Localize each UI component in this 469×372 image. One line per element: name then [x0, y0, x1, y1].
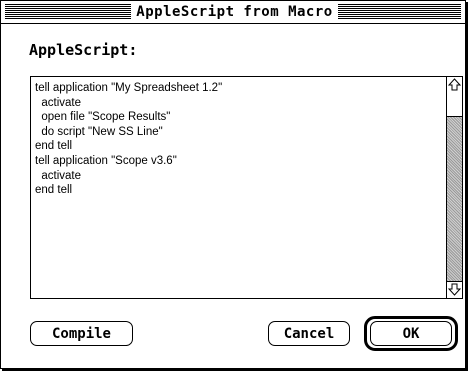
window-shadow-bottom [2, 369, 468, 371]
script-text[interactable]: tell application "My Spreadsheet 1.2" ac… [35, 81, 440, 198]
title-stripes-left [5, 4, 131, 19]
compile-button[interactable]: Compile [30, 321, 133, 346]
down-arrow-icon [448, 283, 461, 296]
script-editor[interactable]: tell application "My Spreadsheet 1.2" ac… [30, 76, 463, 299]
scroll-down-button[interactable] [447, 281, 462, 298]
title-stripes-right [338, 4, 461, 19]
scroll-track[interactable] [447, 117, 462, 281]
up-arrow-icon [448, 78, 461, 91]
window-shadow-right [466, 2, 468, 371]
applescript-label: AppleScript: [29, 41, 138, 59]
scroll-thumb[interactable] [447, 93, 462, 117]
title-bar[interactable]: AppleScript from Macro [1, 1, 465, 24]
scroll-up-button[interactable] [447, 77, 462, 94]
cancel-button[interactable]: Cancel [268, 321, 350, 346]
ok-button[interactable]: OK [370, 321, 452, 346]
vertical-scrollbar[interactable] [446, 77, 462, 298]
dialog-window: AppleScript from Macro AppleScript: tell… [0, 0, 466, 369]
window-title: AppleScript from Macro [131, 1, 338, 23]
